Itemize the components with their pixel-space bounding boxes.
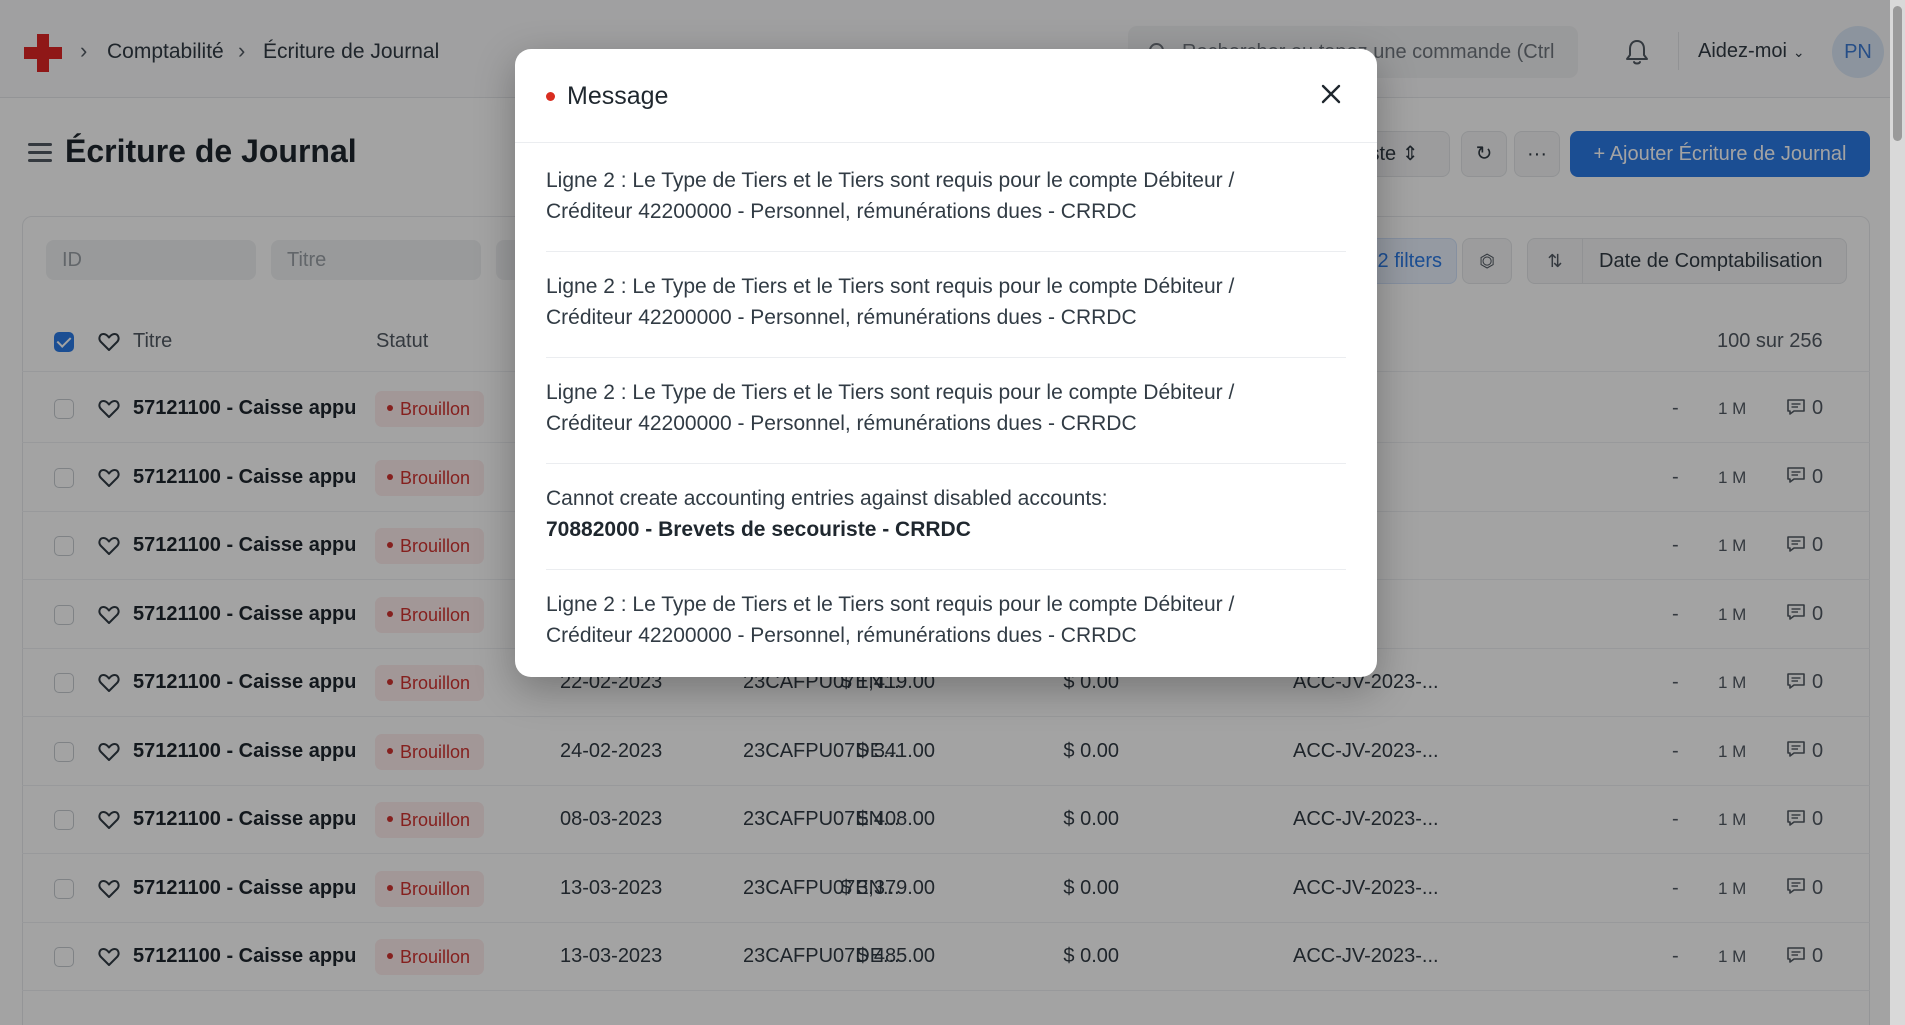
message-line: Créditeur 42200000 - Personnel, rémunéra…: [546, 306, 1137, 329]
dialog-header: Message: [515, 49, 1377, 143]
message-line: Ligne 2 : Le Type de Tiers et le Tiers s…: [546, 381, 1235, 404]
scrollbar-thumb[interactable]: [1893, 6, 1902, 141]
dialog-message: Ligne 2 : Le Type de Tiers et le Tiers s…: [546, 377, 1346, 439]
message-line: Créditeur 42200000 - Personnel, rémunéra…: [546, 200, 1137, 223]
page-scrollbar[interactable]: [1890, 0, 1905, 1025]
message-line: Cannot create accounting entries against…: [546, 487, 1108, 510]
message-divider: [546, 463, 1346, 464]
message-line: Ligne 2 : Le Type de Tiers et le Tiers s…: [546, 593, 1235, 616]
message-divider: [546, 357, 1346, 358]
dialog-message: Ligne 2 : Le Type de Tiers et le Tiers s…: [546, 271, 1346, 333]
dialog-message: Ligne 2 : Le Type de Tiers et le Tiers s…: [546, 589, 1346, 651]
message-divider: [546, 251, 1346, 252]
dialog-message: Ligne 2 : Le Type de Tiers et le Tiers s…: [546, 165, 1346, 227]
error-indicator-dot: [546, 92, 555, 101]
message-dialog: Message Ligne 2 : Le Type de Tiers et le…: [515, 49, 1377, 677]
message-line: Créditeur 42200000 - Personnel, rémunéra…: [546, 412, 1137, 435]
disabled-account-name: 70882000 - Brevets de secouriste - CRRDC: [546, 518, 971, 541]
dialog-message: Cannot create accounting entries against…: [546, 483, 1346, 545]
message-line: Ligne 2 : Le Type de Tiers et le Tiers s…: [546, 275, 1235, 298]
page: › Comptabilité › Écriture de Journal Rec…: [0, 0, 1905, 1025]
message-line: Créditeur 42200000 - Personnel, rémunéra…: [546, 624, 1137, 647]
dialog-title: Message: [567, 82, 669, 110]
message-line: Ligne 2 : Le Type de Tiers et le Tiers s…: [546, 169, 1235, 192]
message-divider: [546, 569, 1346, 570]
close-icon[interactable]: [1318, 81, 1344, 107]
